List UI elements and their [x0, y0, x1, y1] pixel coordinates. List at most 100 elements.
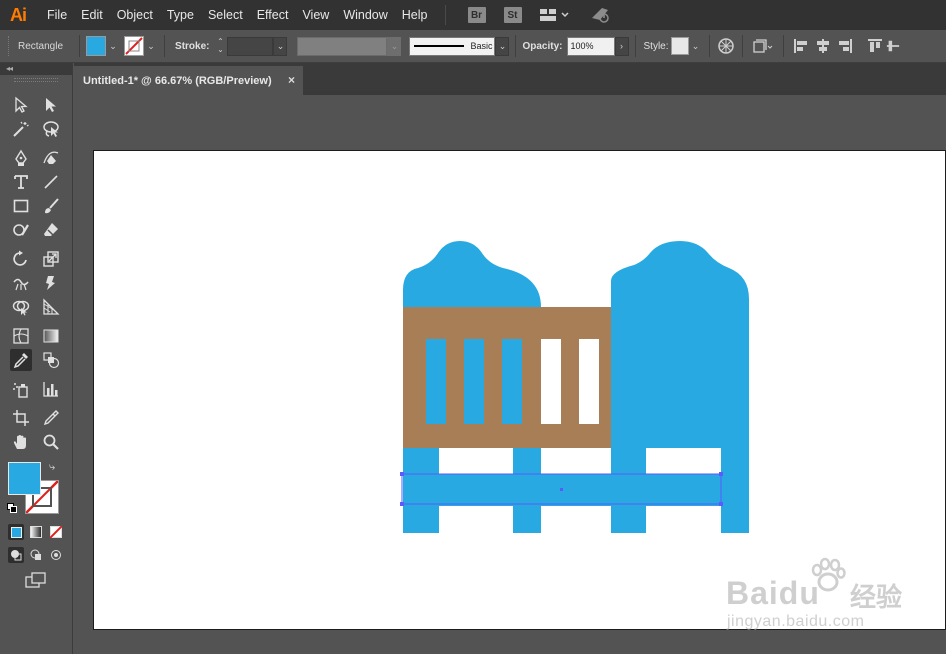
document-tab-bar: Untitled-1* @ 66.67% (RGB/Preview) × — [74, 63, 946, 95]
slat-2 — [464, 339, 484, 424]
hand-icon[interactable] — [10, 431, 32, 453]
draw-behind-button[interactable] — [28, 547, 44, 563]
close-tab-icon[interactable]: × — [288, 73, 295, 87]
left-tower-top — [403, 241, 541, 307]
menu-separator — [444, 5, 446, 25]
menu-window[interactable]: Window — [336, 0, 394, 30]
shaper-icon[interactable] — [10, 219, 32, 241]
watermark-paw-icon — [808, 556, 848, 596]
eraser-icon[interactable] — [40, 219, 62, 241]
document-tab[interactable]: Untitled-1* @ 66.67% (RGB/Preview) × — [74, 66, 303, 95]
fill-color-swatch[interactable] — [8, 462, 41, 495]
variable-width-dropdown-icon[interactable]: ⌄ — [387, 36, 402, 56]
canvas-area[interactable]: Baidu 经验 jingyan.baidu.com — [74, 95, 946, 654]
opacity-input[interactable]: 100% — [566, 36, 615, 56]
workspace-switcher-icon[interactable] — [539, 8, 570, 22]
scale-icon[interactable] — [40, 248, 62, 270]
app-logo: Ai — [10, 4, 27, 25]
brush-name: Basic — [470, 41, 493, 51]
symbol-sprayer-icon[interactable] — [10, 378, 32, 400]
align-center-icon[interactable] — [812, 38, 834, 54]
stroke-swatch[interactable] — [124, 36, 145, 56]
selection-icon[interactable] — [10, 94, 32, 116]
menu-effect[interactable]: Effect — [250, 0, 296, 30]
shape-builder-icon[interactable] — [10, 296, 32, 318]
fill-swatch[interactable] — [86, 36, 107, 56]
magic-wand-icon[interactable] — [10, 118, 32, 140]
artboard-icon[interactable] — [10, 407, 32, 429]
menu-file[interactable]: File — [40, 0, 74, 30]
menu-view[interactable]: View — [295, 0, 336, 30]
menu-select[interactable]: Select — [201, 0, 250, 30]
column-graph-icon[interactable] — [40, 378, 62, 400]
opacity-label[interactable]: Opacity: — [522, 41, 562, 52]
slat-3 — [502, 339, 522, 424]
default-fill-stroke-icon[interactable] — [7, 502, 17, 513]
watermark-url: jingyan.baidu.com — [727, 613, 865, 630]
direct-selection-icon[interactable] — [40, 94, 62, 116]
lasso-icon[interactable] — [40, 118, 62, 140]
stock-button[interactable]: St — [503, 7, 522, 23]
rotate-icon[interactable] — [10, 248, 32, 270]
stroke-weight-stepper[interactable]: ⌃ ⌄ — [213, 36, 227, 56]
draw-inside-button[interactable] — [48, 547, 64, 563]
menu-type[interactable]: Type — [160, 0, 201, 30]
document-tab-title: Untitled-1* @ 66.67% (RGB/Preview) — [83, 74, 272, 87]
opacity-expand-icon[interactable]: › — [614, 36, 629, 56]
gpu-performance-icon[interactable] — [590, 6, 612, 24]
stroke-weight-input[interactable] — [227, 36, 274, 56]
gradient-mode-button[interactable] — [28, 524, 44, 540]
width-icon[interactable] — [10, 272, 32, 294]
line-icon[interactable] — [40, 171, 62, 193]
slice-icon[interactable] — [40, 407, 62, 429]
tools-panel-grip[interactable] — [14, 78, 58, 82]
swap-fill-stroke-icon[interactable]: ⤷ — [49, 461, 61, 473]
style-label: Style: — [643, 40, 669, 52]
stroke-dropdown-icon[interactable]: ⌄ — [144, 36, 158, 56]
brush-stroke-preview — [414, 45, 465, 47]
style-dropdown-icon[interactable]: ⌄ — [689, 36, 703, 56]
control-bar: Rectangle ⌄ ⌄ Stroke: ⌃ ⌄ ⌄ ⌄ Basic ⌄ Opa… — [0, 30, 946, 63]
slat-4 — [541, 339, 561, 424]
watermark-brand: Baidu — [726, 575, 820, 611]
artboard[interactable]: Baidu 经验 jingyan.baidu.com — [93, 150, 946, 630]
fill-dropdown-icon[interactable]: ⌄ — [106, 36, 120, 56]
align-middle-icon[interactable] — [886, 38, 900, 54]
draw-normal-button[interactable] — [8, 547, 24, 563]
slat-1 — [426, 339, 446, 424]
bridge-button[interactable]: Br — [467, 7, 486, 23]
pen-icon[interactable] — [10, 147, 32, 169]
opacity-value: 100% — [570, 41, 594, 51]
graphic-style-swatch[interactable] — [670, 37, 689, 55]
stroke-label[interactable]: Stroke: — [171, 41, 213, 52]
blend-icon[interactable] — [40, 349, 62, 371]
rectangle-icon[interactable] — [10, 195, 32, 217]
paintbrush-icon[interactable] — [40, 195, 62, 217]
screen-mode-icon[interactable] — [25, 571, 47, 589]
none-mode-button[interactable] — [48, 524, 64, 540]
tools-panel-collapse-icon[interactable]: ◂◂ — [0, 63, 72, 75]
type-icon[interactable] — [10, 171, 32, 193]
align-top-icon[interactable] — [864, 38, 886, 54]
recolor-artwork-icon[interactable] — [716, 36, 736, 56]
gradient-icon[interactable] — [40, 325, 62, 347]
menu-object[interactable]: Object — [110, 0, 160, 30]
align-left-icon[interactable] — [790, 38, 812, 54]
brush-dropdown-icon[interactable]: ⌄ — [495, 36, 510, 56]
mesh-icon[interactable] — [10, 325, 32, 347]
eyedropper-icon[interactable] — [10, 349, 32, 371]
align-right-icon[interactable] — [834, 38, 856, 54]
variable-width-profile[interactable] — [297, 36, 388, 56]
zoom-icon[interactable] — [40, 431, 62, 453]
perspective-grid-icon[interactable] — [40, 296, 62, 318]
watermark-cn: 经验 — [850, 582, 903, 612]
menu-edit[interactable]: Edit — [74, 0, 110, 30]
menu-bar: Ai File Edit Object Type Select Effect V… — [0, 0, 946, 30]
transform-icon[interactable] — [749, 36, 777, 56]
color-mode-button[interactable] — [8, 524, 24, 540]
brush-definition[interactable]: Basic — [409, 36, 496, 56]
stroke-weight-dropdown-icon[interactable]: ⌄ — [273, 36, 288, 56]
menu-help[interactable]: Help — [395, 0, 435, 30]
curvature-icon[interactable] — [40, 147, 62, 169]
puppet-warp-icon[interactable] — [40, 272, 62, 294]
